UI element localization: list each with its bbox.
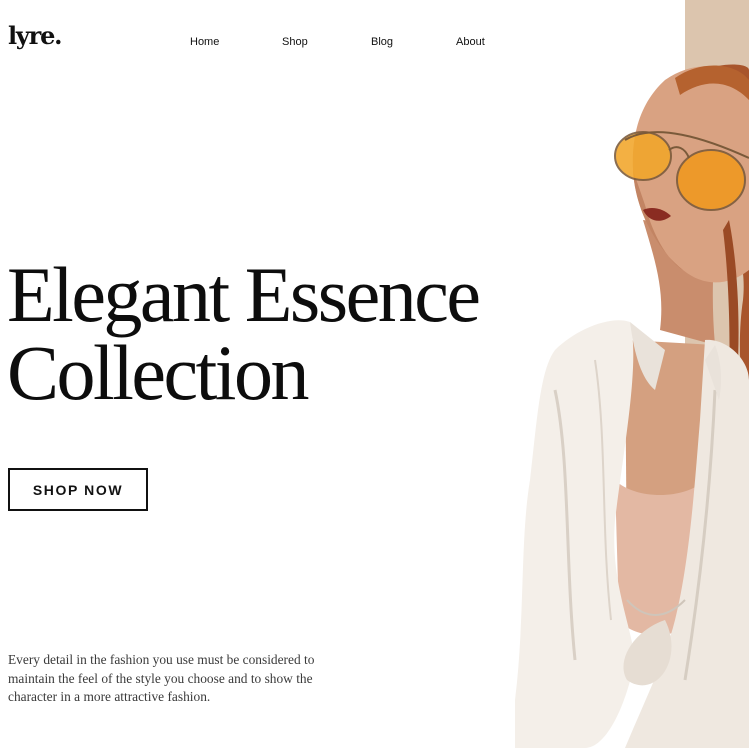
hero-title-line-1: Elegant Essence <box>7 251 481 338</box>
nav-blog-link[interactable]: Blog <box>371 35 393 49</box>
nav-shop-link[interactable]: Shop <box>282 35 308 49</box>
description-line-1: Every detail in the fashion you use must… <box>8 652 315 667</box>
model-photo <box>515 60 749 748</box>
hero-title: Elegant Essence Collection <box>7 251 481 416</box>
nav-about-link[interactable]: About <box>456 35 485 49</box>
shop-now-button[interactable]: SHOP NOW <box>8 468 148 511</box>
description-line-2: maintain the feel of the style you choos… <box>8 670 313 686</box>
hero-title-line-2: Collection <box>7 329 309 416</box>
description-line-3: character in a more attractive fashion. <box>8 689 211 704</box>
nav-home-link[interactable]: Home <box>190 35 219 49</box>
main-navigation: Home Shop Blog About <box>0 35 520 49</box>
hero-description: Every detail in the fashion you use must… <box>8 651 328 707</box>
